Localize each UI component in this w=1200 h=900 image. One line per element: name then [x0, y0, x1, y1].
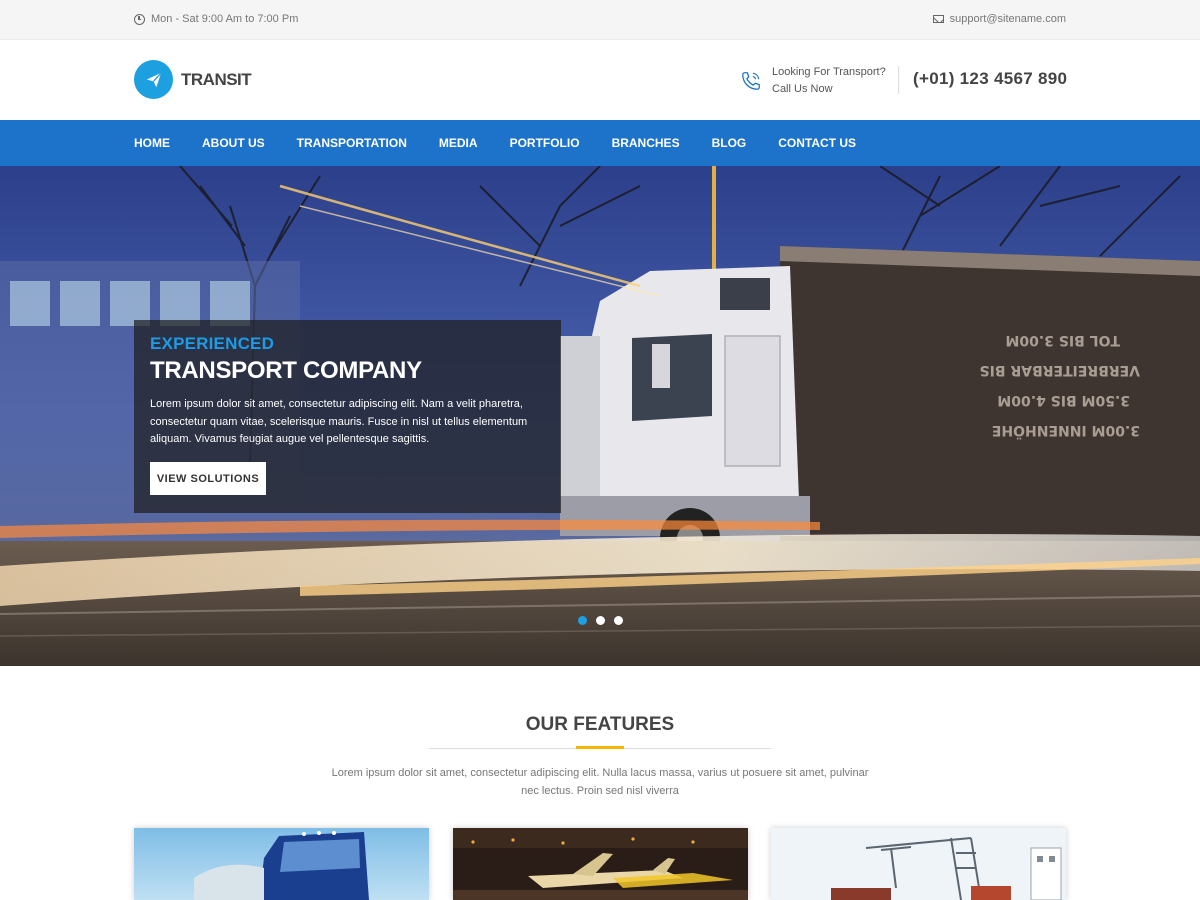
slider-pagination: [578, 616, 632, 625]
features-description: Lorem ipsum dolor sit amet, consectetur …: [331, 767, 869, 797]
nav-item-transportation[interactable]: TRANSPORTATION: [297, 120, 407, 166]
call-prompt-line2: Call Us Now: [772, 83, 833, 95]
nav-item-contact-us[interactable]: CONTACT US: [778, 120, 856, 166]
svg-text:3.00M INNENHÖHE: 3.00M INNENHÖHE: [992, 422, 1140, 440]
support-email[interactable]: support@sitename.com: [932, 13, 1066, 25]
airport-night-photo: [453, 828, 748, 900]
main-navigation: HOME ABOUT US TRANSPORTATION MEDIA PORTF…: [0, 120, 1200, 166]
logo-text[interactable]: TRANSIT: [181, 70, 252, 90]
feature-card-1[interactable]: [134, 828, 429, 900]
hero-kicker: EXPERIENCED: [150, 334, 275, 353]
nav-item-portfolio[interactable]: PORTFOLIO: [510, 120, 580, 166]
header-divider: [898, 66, 899, 94]
nav-item-media[interactable]: MEDIA: [439, 120, 478, 166]
hero-title: TRANSPORT COMPANY: [150, 357, 422, 384]
hero-description: Lorem ipsum dolor sit amet, consectetur …: [150, 398, 528, 445]
phone-number[interactable]: (+01) 123 4567 890: [913, 69, 1067, 89]
top-bar: Mon - Sat 9:00 Am to 7:00 Pm support@sit…: [0, 0, 1200, 40]
slider-dot-2[interactable]: [596, 616, 605, 625]
nav-item-home[interactable]: HOME: [134, 120, 170, 166]
opening-hours: Mon - Sat 9:00 Am to 7:00 Pm: [134, 13, 298, 25]
svg-text:VERBREITERBAR BIS: VERBREITERBAR BIS: [980, 362, 1140, 378]
svg-text:TOL BIS 3.00M: TOL BIS 3.00M: [1005, 332, 1120, 348]
blue-truck-photo: [134, 828, 429, 900]
site-header: TRANSIT Looking For Transport? Call Us N…: [0, 40, 1200, 120]
feature-card-2[interactable]: [453, 828, 748, 900]
features-title: OUR FEATURES: [525, 714, 675, 735]
hero-slider: 3.00M INNENHÖHE 3.50M BIS 4.00M VERBREIT…: [0, 166, 1200, 666]
phone-icon: [742, 72, 760, 90]
nav-item-blog[interactable]: BLOG: [712, 120, 747, 166]
port-cranes-photo: [771, 828, 1066, 900]
call-prompt-line1: Looking For Transport?: [772, 66, 886, 78]
features-accent-bar: [576, 746, 624, 749]
support-email-text[interactable]: support@sitename.com: [950, 13, 1066, 25]
logo-mark[interactable]: [134, 60, 173, 99]
clock-icon: [134, 13, 145, 25]
feature-card-3[interactable]: [771, 828, 1066, 900]
nav-item-about-us[interactable]: ABOUT US: [202, 120, 265, 166]
paper-plane-icon: [146, 71, 162, 87]
envelope-icon: [932, 15, 944, 23]
call-prompt: Looking For Transport? Call Us Now: [772, 64, 886, 98]
slider-dot-1[interactable]: [578, 616, 587, 625]
nav-item-branches[interactable]: BRANCHES: [612, 120, 680, 166]
view-solutions-button[interactable]: VIEW SOLUTIONS: [150, 462, 266, 495]
hero-caption: EXPERIENCED TRANSPORT COMPANY Lorem ipsu…: [134, 320, 561, 513]
slider-dot-3[interactable]: [614, 616, 623, 625]
opening-hours-text: Mon - Sat 9:00 Am to 7:00 Pm: [151, 13, 299, 25]
svg-text:3.50M BIS 4.00M: 3.50M BIS 4.00M: [997, 392, 1130, 408]
